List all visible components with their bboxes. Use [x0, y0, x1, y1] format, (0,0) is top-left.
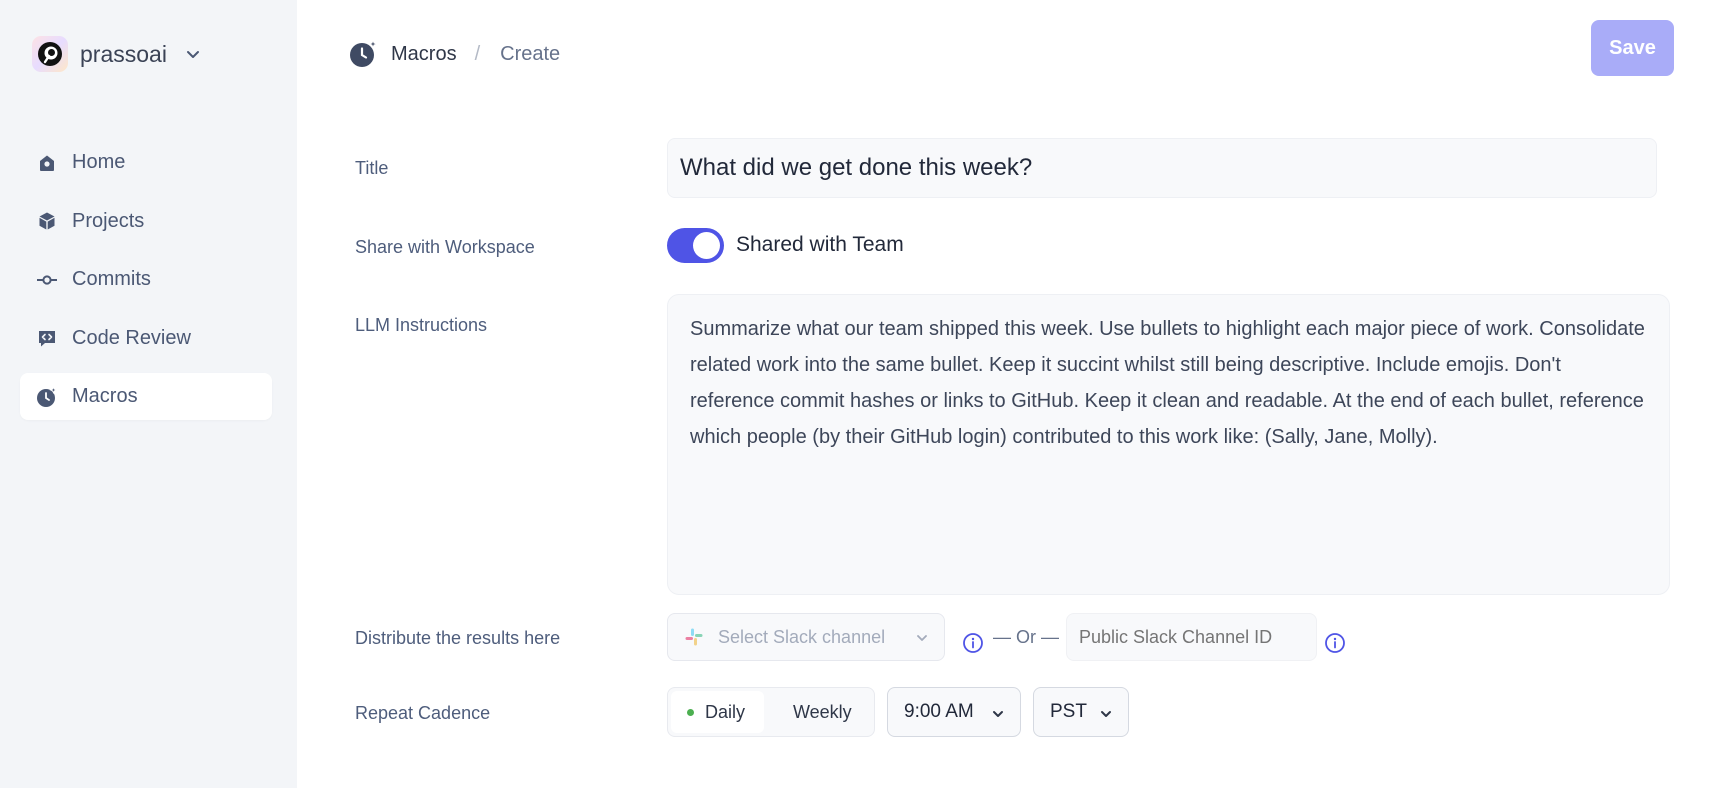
workspace-switcher[interactable]: prassoai [32, 34, 201, 74]
sidebar-item-macros[interactable]: Macros [20, 373, 272, 420]
cadence-option-label: Weekly [793, 701, 852, 722]
info-icon[interactable] [962, 632, 984, 654]
sidebar-item-label: Code Review [72, 326, 191, 349]
breadcrumb-current-page: Create [500, 42, 561, 65]
title-input[interactable]: What did we get done this week? [667, 138, 1657, 198]
commit-icon [36, 269, 58, 291]
info-icon[interactable] [1324, 632, 1346, 654]
timezone-value: PST [1050, 701, 1087, 722]
slack-select-placeholder: Select Slack channel [718, 626, 886, 647]
sidebar: prassoai Home Projects Commits Code Revi… [0, 0, 297, 788]
cadence-segmented-control: Daily Weekly [667, 687, 875, 737]
chevron-down-icon [917, 635, 927, 641]
distribute-label: Distribute the results here [355, 628, 561, 648]
time-select[interactable]: 9:00 AM [887, 687, 1021, 737]
code-review-icon [36, 327, 58, 349]
slack-channel-id-input[interactable] [1066, 613, 1317, 661]
sidebar-nav: Home Projects Commits Code Review Macros [20, 139, 272, 432]
sidebar-item-commits[interactable]: Commits [20, 256, 272, 303]
share-label: Share with Workspace [355, 237, 535, 257]
sidebar-item-label: Projects [72, 209, 145, 232]
workspace-name: prassoai [80, 40, 167, 67]
sidebar-item-projects[interactable]: Projects [20, 198, 272, 245]
home-icon [36, 152, 58, 174]
cadence-option-label: Daily [705, 701, 746, 722]
time-value: 9:00 AM [904, 701, 974, 722]
share-status-text: Shared with Team [736, 233, 904, 256]
chevron-down-icon [993, 711, 1003, 717]
sidebar-item-home[interactable]: Home [20, 139, 272, 186]
slack-channel-select[interactable]: Select Slack channel [667, 613, 945, 661]
breadcrumb-macros-link[interactable]: Macros [391, 43, 457, 66]
title-label: Title [355, 158, 389, 178]
slack-icon [685, 628, 703, 646]
llm-instructions-label: LLM Instructions [355, 315, 488, 335]
sidebar-item-label: Macros [72, 385, 138, 407]
cadence-option-daily[interactable]: Daily [671, 691, 764, 733]
llm-instructions-textarea[interactable]: Summarize what our team shipped this wee… [667, 294, 1670, 595]
save-button[interactable]: Save [1591, 20, 1674, 76]
sidebar-item-label: Home [72, 151, 126, 173]
macros-icon [36, 385, 58, 408]
selected-dot-icon [687, 708, 694, 716]
breadcrumb: Macros / Create [349, 38, 560, 70]
breadcrumb-separator: / [474, 42, 481, 65]
cadence-label: Repeat Cadence [355, 703, 491, 723]
timezone-select[interactable]: PST [1033, 687, 1129, 737]
sidebar-item-code-review[interactable]: Code Review [20, 315, 272, 362]
or-separator: — Or — [993, 627, 1059, 647]
cube-icon [36, 210, 58, 232]
sidebar-item-label: Commits [72, 268, 151, 290]
share-toggle[interactable] [667, 228, 724, 263]
toggle-knob [693, 232, 720, 259]
macros-icon [350, 39, 379, 67]
workspace-logo-icon [32, 36, 68, 72]
cadence-option-weekly[interactable]: Weekly [764, 691, 852, 733]
chevron-down-icon [1101, 711, 1111, 717]
chevron-down-icon [186, 51, 199, 58]
